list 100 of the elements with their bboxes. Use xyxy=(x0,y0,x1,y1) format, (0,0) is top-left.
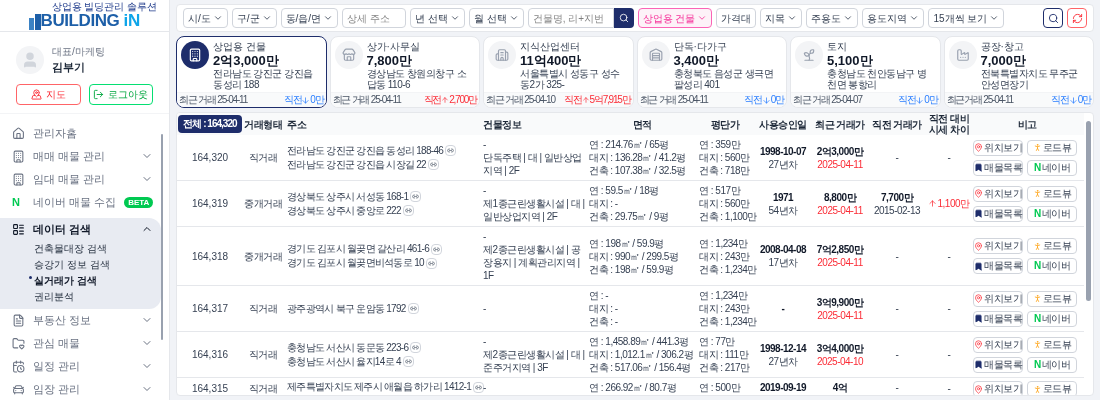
location-button[interactable]: 위치보기 xyxy=(973,238,1023,254)
menu-item[interactable]: 임장 관리 xyxy=(0,377,162,400)
user-name: 김부기 xyxy=(52,60,86,75)
summary-card[interactable]: 지식산업센터 11억400만 서울특별시 성동구 성수동2가 325- 최근 거래 25-04-10 직전 5억7,915만 xyxy=(483,36,634,108)
person-icon xyxy=(1032,294,1042,303)
summary-card[interactable]: 공장·창고 7,000만 전북특별자치도 무주군 안성면장기 최근거래 25-04-11 직전 0만 xyxy=(943,36,1094,108)
unit-price-text: 연 : 517만 xyxy=(699,184,742,197)
arrow-up-icon xyxy=(928,199,938,208)
table-cell-text: 직거래 xyxy=(247,382,279,395)
menu-item[interactable]: 데이터 검색 xyxy=(0,217,162,241)
submenu-item[interactable]: 실거래가 검색 xyxy=(34,272,162,289)
listing-button[interactable]: 매물목록 xyxy=(973,356,1023,373)
roadview-button[interactable]: 로드뷰 xyxy=(1027,336,1077,353)
logout-icon xyxy=(93,88,105,100)
scrollbar[interactable] xyxy=(161,133,163,340)
listing-button[interactable]: 매물목록 xyxy=(973,258,1023,274)
building-search-input[interactable]: 건물명, 리+지번 xyxy=(527,8,614,28)
unit-price-text: 대지 : 243만 xyxy=(699,249,751,263)
dropdown[interactable]: 월 선택 xyxy=(468,8,524,28)
bookmark-icon xyxy=(974,261,983,271)
roadview-button[interactable]: 로드뷰 xyxy=(1027,381,1077,395)
naver-button[interactable]: N네이버 xyxy=(1027,310,1077,327)
menu-item[interactable]: N 네이버 매물 수집 BETA xyxy=(0,190,162,214)
menu-item[interactable]: 관리자홈 xyxy=(0,121,162,145)
address-input[interactable]: 상세 주소 xyxy=(342,8,407,28)
price-diff: - xyxy=(947,249,951,264)
dropdown[interactable]: 주용도 xyxy=(806,8,859,28)
roadview-button[interactable]: 로드뷰 xyxy=(1027,238,1077,254)
naver-button[interactable]: N네이버 xyxy=(1027,356,1077,373)
area-text: 연 : 214.76㎡ / 65평 xyxy=(589,138,670,151)
roadview-button[interactable]: 로드뷰 xyxy=(1027,290,1077,307)
listing-button[interactable]: 매물목록 xyxy=(973,205,1023,222)
change-text: 직전 0만 xyxy=(897,94,938,106)
summary-card[interactable]: 단독·다가구 3,400만 충청북도 음성군 생극면 팔성리 401 최근 거래 25-04-11 직전 0만 xyxy=(636,36,787,108)
price-text: 7,800만 xyxy=(366,53,414,68)
area-text: 건축 : 517.06㎡ / 156.4평 xyxy=(589,361,692,374)
price-range-button[interactable]: 가격대 xyxy=(716,8,757,28)
address-text: 서울특별시 성동구 성수동2가 325- xyxy=(520,68,621,90)
address-text: 경상남도 창원의창구 소답동 110-6 xyxy=(366,68,468,90)
arrow-up-icon xyxy=(581,96,590,104)
recent-price: 2억3,000만 xyxy=(815,144,865,158)
link-icon xyxy=(431,243,442,255)
location-button[interactable]: 위치보기 xyxy=(973,336,1023,353)
dropdown[interactable]: 시/도 xyxy=(183,8,228,28)
area-text: 건축 : 29.75㎡ / 9평 xyxy=(589,210,670,223)
dropdown[interactable]: 동/읍/면 xyxy=(280,8,339,28)
chevron-down-icon xyxy=(843,13,854,23)
summary-card[interactable]: 토지 5,100만 충청남도 천안동남구 병천면 봉항리 최근 거래 25-04-07 직전 0만 xyxy=(790,36,941,108)
menu-item[interactable]: 부동산 정보 xyxy=(0,308,162,332)
naver-icon: N xyxy=(1033,313,1041,324)
price-diff: - xyxy=(947,151,951,165)
search-button[interactable] xyxy=(613,8,634,28)
naver-button[interactable]: N네이버 xyxy=(1027,159,1077,176)
approval-text: - xyxy=(780,302,786,315)
listing-button[interactable]: 매물목록 xyxy=(973,159,1023,176)
location-button[interactable]: 위치보기 xyxy=(973,290,1023,307)
submenu-item[interactable]: 건축물대장 검색 xyxy=(34,240,162,257)
change-text: 직전 2,700만 xyxy=(423,94,477,106)
listing-button[interactable]: 매물목록 xyxy=(973,310,1023,327)
naver-button[interactable]: N네이버 xyxy=(1027,205,1077,222)
person-icon xyxy=(1032,384,1042,394)
link-icon xyxy=(407,303,419,314)
roadview-button[interactable]: 로드뷰 xyxy=(1027,185,1077,202)
submenu-item[interactable]: 승강기 정보 검색 xyxy=(34,256,162,273)
address-text: 제주특별자치도 제주시 애월읍 하가리 1412-1 xyxy=(287,381,472,393)
dropdown[interactable]: 지목 xyxy=(760,8,803,28)
location-button[interactable]: 위치보기 xyxy=(973,139,1023,156)
menu-item[interactable]: 관심 매물 xyxy=(0,331,162,355)
dropdown[interactable]: 15개씩 보기 xyxy=(928,8,1005,28)
dropdown[interactable]: 년 선택 xyxy=(410,8,465,28)
building-info: - xyxy=(483,184,487,197)
address-text: 전라남도 강진군 강진읍 시장길 22 xyxy=(287,158,426,171)
map-button[interactable]: 지도 xyxy=(16,83,81,105)
menu-item[interactable]: 임대 매물 관리 xyxy=(0,167,162,191)
pin-icon xyxy=(974,384,983,394)
menu-item[interactable]: 매매 매물 관리 xyxy=(0,144,162,168)
approval-text: 1971 xyxy=(771,190,795,204)
address-text: 전라남도 강진군 강진읍 동성리 188-46 xyxy=(287,144,444,157)
avatar xyxy=(16,45,44,74)
naver-button[interactable]: N네이버 xyxy=(1027,258,1077,274)
location-button[interactable]: 위치보기 xyxy=(973,381,1023,395)
previous-price: - xyxy=(894,302,900,315)
location-button[interactable]: 위치보기 xyxy=(973,185,1023,202)
change-text: 직전 5억7,915만 xyxy=(563,94,631,106)
submenu-item[interactable]: 권리분석 xyxy=(34,288,162,305)
summary-card[interactable]: 상업용 건물 2억3,000만 전라남도 강진군 강진읍 동성리 188 최근 거래 25-04-11 직전 0만 xyxy=(176,36,327,108)
link-icon xyxy=(473,381,485,393)
roadview-button[interactable]: 로드뷰 xyxy=(1027,139,1077,156)
summary-card[interactable]: 상가·사무실 7,800만 경상남도 창원의창구 소답동 110-6 최근 거래 25-04-11 직전 2,700만 xyxy=(329,36,480,108)
recent-date: 최근 거래 25-04-10 xyxy=(486,94,555,106)
price-text: 7,000만 xyxy=(980,53,1028,68)
scrollbar[interactable] xyxy=(1086,121,1091,301)
address-text: 광주광역시 북구 운암동 1792 xyxy=(287,302,406,315)
sprout-icon xyxy=(795,41,823,69)
dropdown[interactable]: 용도지역 xyxy=(862,8,925,28)
menu-item[interactable]: 일정 관리 xyxy=(0,354,162,378)
link-icon xyxy=(427,159,439,170)
search-button[interactable] xyxy=(1043,8,1063,28)
dropdown[interactable]: 구/군 xyxy=(231,8,277,28)
category-label: 단독·다가구 xyxy=(673,41,728,53)
